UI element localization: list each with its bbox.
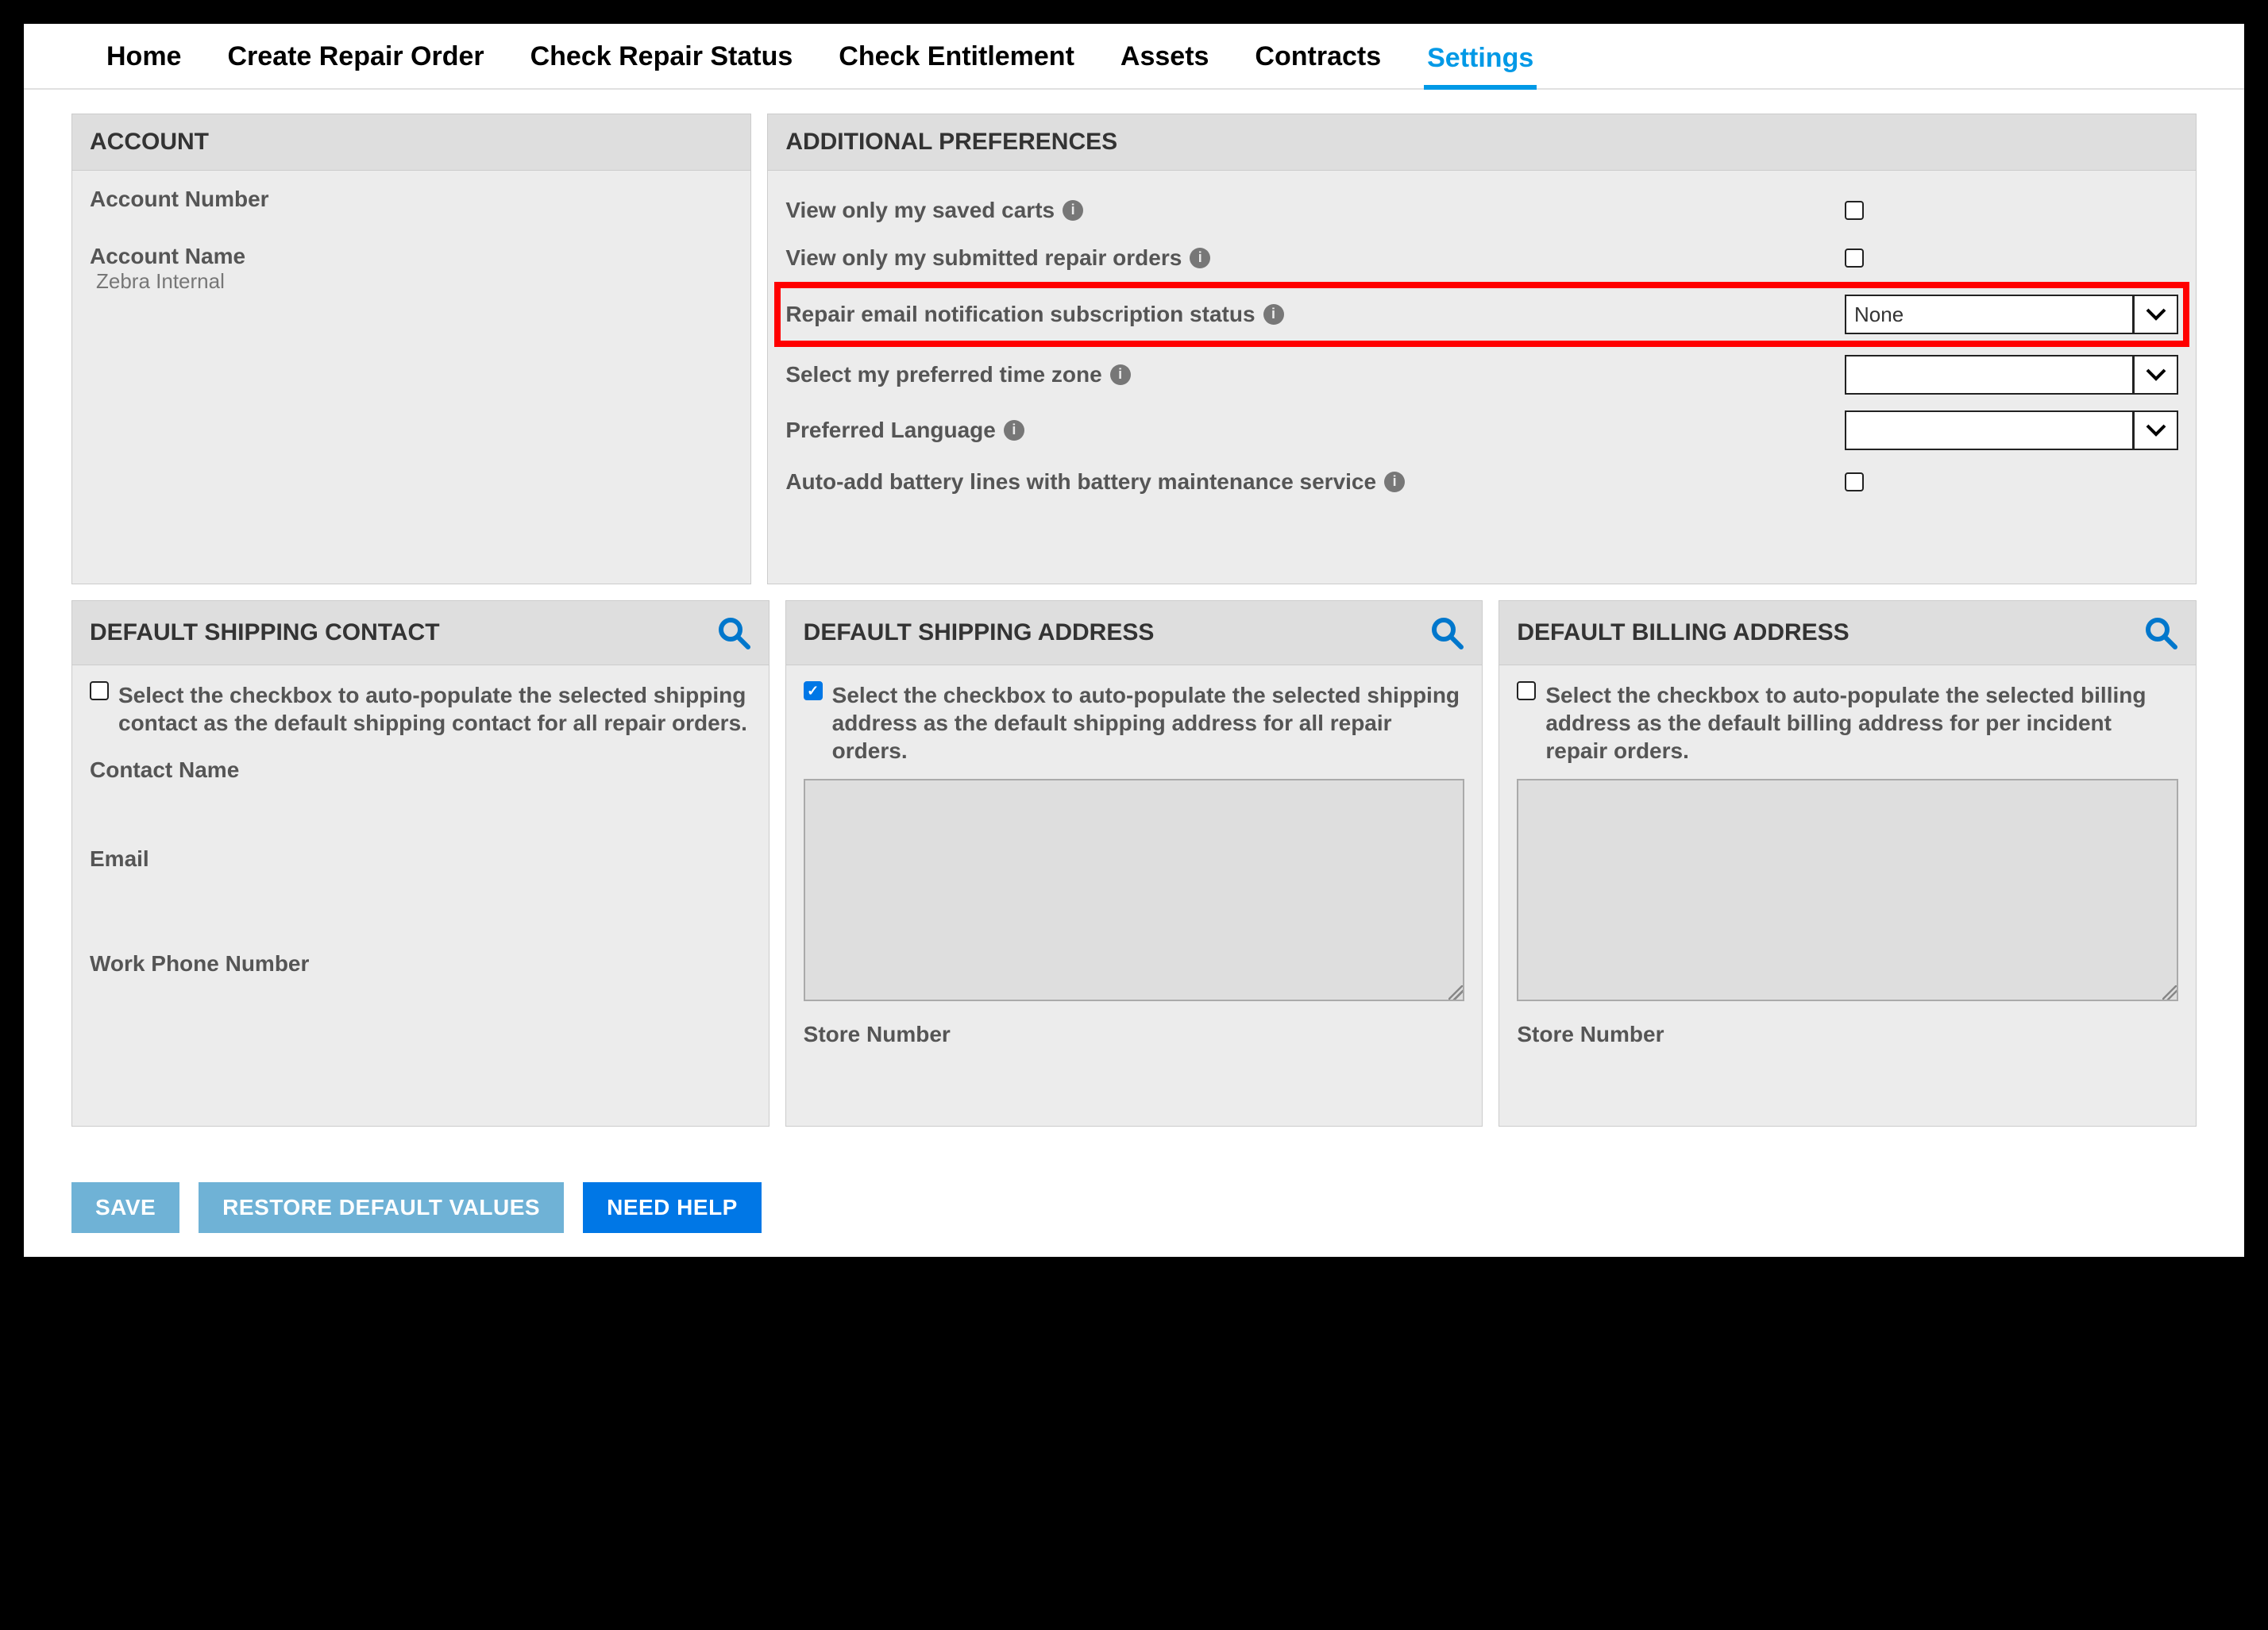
row-defaults: DEFAULT SHIPPING CONTACT Select the chec… (71, 600, 2197, 1127)
email-label: Email (90, 846, 751, 872)
pref-language-label: Preferred Language (785, 417, 996, 444)
billing-address-textarea[interactable] (1517, 779, 2178, 1001)
pref-auto-battery-label: Auto-add battery lines with battery main… (785, 468, 1376, 495)
nav-settings[interactable]: Settings (1424, 33, 1537, 90)
pref-language-row: Preferred Language i (785, 403, 2178, 458)
contact-name-label: Contact Name (90, 757, 751, 783)
account-panel: ACCOUNT Account Number Account Name Zebr… (71, 114, 751, 584)
app-window: Home Create Repair Order Check Repair St… (24, 24, 2244, 1257)
top-nav: Home Create Repair Order Check Repair St… (24, 24, 2244, 90)
info-icon[interactable]: i (1384, 472, 1405, 492)
nav-assets[interactable]: Assets (1117, 32, 1213, 88)
need-help-button[interactable]: NEED HELP (583, 1182, 762, 1233)
search-icon[interactable] (2143, 615, 2178, 650)
shipping-store-number-label: Store Number (804, 1022, 1465, 1047)
pref-auto-battery-checkbox[interactable] (1845, 472, 1864, 491)
nav-check-entitlement[interactable]: Check Entitlement (835, 32, 1078, 88)
account-name-label: Account Name (90, 244, 733, 269)
shipping-address-panel: DEFAULT SHIPPING ADDRESS Select the chec… (785, 600, 1483, 1127)
pref-submitted-orders-label: View only my submitted repair orders (785, 245, 1182, 272)
pref-repair-email-select[interactable]: None (1845, 295, 2178, 334)
billing-store-number-label: Store Number (1517, 1022, 2178, 1047)
pref-repair-email-value: None (1846, 296, 2132, 333)
info-icon[interactable]: i (1110, 364, 1131, 385)
pref-submitted-orders-row: View only my submitted repair orders i (785, 234, 2178, 282)
work-phone-label: Work Phone Number (90, 951, 751, 977)
page-body: ACCOUNT Account Number Account Name Zebr… (24, 90, 2244, 1166)
shipping-address-body: Select the checkbox to auto-populate the… (786, 665, 1483, 1126)
billing-address-body: Select the checkbox to auto-populate the… (1499, 665, 2196, 1126)
pref-timezone-select[interactable] (1845, 355, 2178, 395)
preferences-panel-header: ADDITIONAL PREFERENCES (768, 114, 2196, 171)
shipping-contact-title: DEFAULT SHIPPING CONTACT (90, 619, 440, 646)
pref-auto-battery-row: Auto-add battery lines with battery main… (785, 458, 2178, 506)
pref-repair-email-row: Repair email notification subscription s… (774, 282, 2189, 347)
pref-saved-carts-label: View only my saved carts (785, 197, 1055, 224)
pref-saved-carts-row: View only my saved carts i (785, 187, 2178, 234)
preferences-panel-body: View only my saved carts i View only my … (768, 171, 2196, 522)
account-panel-body: Account Number Account Name Zebra Intern… (72, 171, 750, 584)
pref-saved-carts-checkbox[interactable] (1845, 201, 1864, 220)
shipping-address-autopop-checkbox[interactable] (804, 681, 823, 700)
shipping-contact-body: Select the checkbox to auto-populate the… (72, 665, 769, 1126)
billing-address-panel: DEFAULT BILLING ADDRESS Select the check… (1498, 600, 2197, 1127)
pref-timezone-row: Select my preferred time zone i (785, 347, 2178, 403)
row-account-prefs: ACCOUNT Account Number Account Name Zebr… (71, 114, 2197, 584)
billing-address-autopop-checkbox[interactable] (1517, 681, 1536, 700)
chevron-down-icon (2132, 356, 2177, 393)
pref-submitted-orders-checkbox[interactable] (1845, 249, 1864, 268)
nav-create-repair-order[interactable]: Create Repair Order (224, 32, 487, 88)
pref-language-select[interactable] (1845, 410, 2178, 450)
nav-home[interactable]: Home (103, 32, 184, 88)
shipping-contact-autopop-text: Select the checkbox to auto-populate the… (118, 681, 751, 737)
info-icon[interactable]: i (1263, 304, 1284, 325)
account-title: ACCOUNT (90, 129, 209, 156)
pref-language-value (1846, 412, 2132, 449)
pref-timezone-value (1846, 356, 2132, 393)
shipping-contact-header: DEFAULT SHIPPING CONTACT (72, 601, 769, 665)
shipping-address-textarea[interactable] (804, 779, 1465, 1001)
billing-address-header: DEFAULT BILLING ADDRESS (1499, 601, 2196, 665)
shipping-address-autopop-text: Select the checkbox to auto-populate the… (832, 681, 1465, 765)
account-number-field: Account Number (90, 187, 733, 212)
restore-defaults-button[interactable]: RESTORE DEFAULT VALUES (199, 1182, 564, 1233)
chevron-down-icon (2132, 412, 2177, 449)
search-icon[interactable] (1429, 615, 1464, 650)
preferences-panel: ADDITIONAL PREFERENCES View only my save… (767, 114, 2197, 584)
pref-repair-email-label: Repair email notification subscription s… (785, 301, 1255, 328)
search-icon[interactable] (716, 615, 751, 650)
shipping-contact-autopop-checkbox[interactable] (90, 681, 109, 700)
info-icon[interactable]: i (1190, 248, 1210, 268)
account-number-label: Account Number (90, 187, 733, 212)
pref-timezone-label: Select my preferred time zone (785, 361, 1101, 388)
preferences-title: ADDITIONAL PREFERENCES (785, 129, 1117, 156)
nav-contracts[interactable]: Contracts (1252, 32, 1384, 88)
button-row: SAVE RESTORE DEFAULT VALUES NEED HELP (24, 1182, 2244, 1233)
nav-check-repair-status[interactable]: Check Repair Status (527, 32, 796, 88)
billing-address-autopop-text: Select the checkbox to auto-populate the… (1545, 681, 2178, 765)
save-button[interactable]: SAVE (71, 1182, 179, 1233)
account-panel-header: ACCOUNT (72, 114, 750, 171)
chevron-down-icon (2132, 296, 2177, 333)
info-icon[interactable]: i (1063, 200, 1083, 221)
shipping-contact-panel: DEFAULT SHIPPING CONTACT Select the chec… (71, 600, 770, 1127)
shipping-address-title: DEFAULT SHIPPING ADDRESS (804, 619, 1155, 646)
info-icon[interactable]: i (1004, 420, 1024, 441)
shipping-address-header: DEFAULT SHIPPING ADDRESS (786, 601, 1483, 665)
account-name-value: Zebra Internal (90, 269, 733, 294)
billing-address-title: DEFAULT BILLING ADDRESS (1517, 619, 1849, 646)
account-name-field: Account Name Zebra Internal (90, 244, 733, 294)
